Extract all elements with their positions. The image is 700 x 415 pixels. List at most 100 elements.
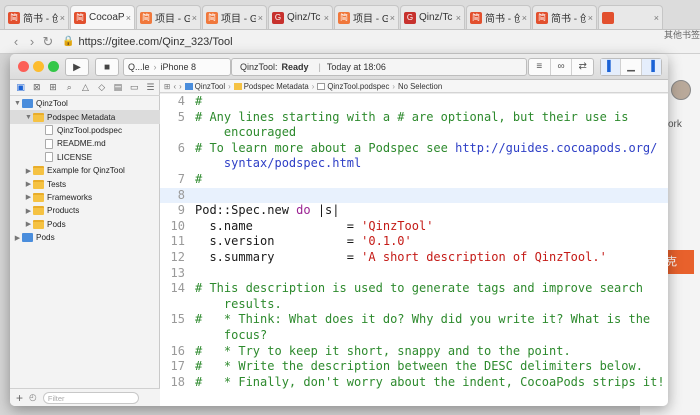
close-tab-icon[interactable]: × [192,13,197,23]
test-icon[interactable]: ◇ [95,82,108,93]
close-tab-icon[interactable]: × [588,13,593,23]
line-number: 17 [170,359,185,374]
navigator-item[interactable]: ▶ Pods [10,231,160,244]
reload-icon[interactable]: ↻ [40,34,56,50]
minimize-window-button[interactable] [33,61,44,72]
code-token: # * Try to keep it short, snappy and to … [195,343,571,358]
forward-icon[interactable]: › [179,82,182,91]
close-tab-icon[interactable]: × [522,13,527,23]
debug-toggle-icon[interactable]: ▁ [621,59,642,75]
code-token: # [195,171,203,186]
close-tab-icon[interactable]: × [654,13,659,23]
navigator-item[interactable]: ▶ Frameworks [10,191,160,204]
jump-bar-segment[interactable]: QinzTool [184,82,225,91]
debug-icon[interactable]: ▤ [111,82,124,93]
folder-icon [33,192,44,202]
source-control-icon[interactable]: ⊠ [30,82,43,93]
report-icon[interactable]: ☰ [144,82,157,93]
line-number: 10 [170,218,185,233]
code-line: 16 # * Try to keep it short, snappy and t… [160,344,668,360]
zoom-window-button[interactable] [48,61,59,72]
avatar[interactable] [671,80,691,100]
navigator-item[interactable]: ▶ Example for QinzTool [10,164,160,177]
favicon-icon: 简 [74,11,86,24]
browser-tab[interactable]: 简简书 - 创× [532,5,597,29]
navigator-item[interactable]: ▼ Podspec Metadata [10,110,160,124]
jump-bar-segment[interactable]: QinzTool.podspec [317,82,389,91]
close-tab-icon[interactable]: × [60,13,65,23]
close-tab-icon[interactable]: × [126,13,131,23]
line-number: 18 [170,374,185,389]
source-editor[interactable]: 4 #5 # Any lines starting with a # are opt… [160,94,668,406]
search-icon[interactable]: ⌕ [63,82,76,93]
breakpoint-icon[interactable]: ▭ [128,82,141,93]
navigator-item[interactable]: ▶ Tests [10,177,160,190]
disclosure-triangle-icon[interactable]: ▶ [24,167,33,175]
browser-tab[interactable]: 简项目 - G × [136,5,201,29]
jump-bar: ⊞ ‹ › QinzTool › Podspec Metadata › QinzTool… [160,80,668,93]
chevron-right-icon: › [311,81,315,91]
jump-bar-label: QinzTool.podspec [327,81,390,91]
browser-tab[interactable]: 简简书 - 创× [466,5,531,29]
back-icon[interactable]: ‹ [174,82,177,91]
close-tab-icon[interactable]: × [258,13,263,23]
disclosure-triangle-icon[interactable]: ▶ [24,193,33,201]
close-tab-icon[interactable]: × [456,13,461,23]
related-items-icon[interactable]: ⊞ [164,82,171,91]
forward-icon[interactable]: › [24,34,40,49]
symbol-icon[interactable]: ⊞ [46,82,59,93]
close-window-button[interactable] [18,61,29,72]
code-line: 15 # * Think: What does it do? Why did yo… [160,312,668,328]
navigator-item-label: Products [47,206,80,216]
jump-bar-segment[interactable]: No Selection [398,82,442,91]
line-number: 8 [177,187,185,202]
disclosure-triangle-icon[interactable]: ▶ [24,220,33,228]
run-button[interactable]: ▶ [65,58,89,76]
navigator-item[interactable]: ▼ QinzTool [10,97,160,110]
clone-button[interactable]: 克 [664,250,694,274]
scheme-selector[interactable]: Q...le › iPhone 8 [123,58,231,76]
warning-icon[interactable]: △ [79,82,92,93]
stop-button[interactable]: ■ [95,58,119,76]
jump-bar-segment[interactable]: Podspec Metadata [233,82,309,91]
code-line: 9 Pod::Spec.new do |s| [160,203,668,219]
navigator-item[interactable]: ▶ Products [10,204,160,217]
browser-tab[interactable]: G Qinz/Tc × [400,5,465,29]
screen: 简简书 - 创×简CocoaPo×简项目 - G×简项目 - G×GQinz/T… [0,0,700,415]
filter-field[interactable]: Filter [42,391,139,404]
assistant-editor-icon[interactable]: ∞ [551,59,573,75]
close-tab-icon[interactable]: × [390,13,395,23]
back-icon[interactable]: ‹ [8,34,24,49]
navigator-item[interactable]: README.md [10,137,160,150]
code-token: do [296,203,311,218]
browser-tab[interactable]: × [598,5,663,29]
disclosure-triangle-icon[interactable]: ▼ [13,100,22,107]
navigator-item-label: QinzTool [36,99,68,109]
activity-status: QinzTool: Ready | Today at 18:06 [231,58,527,76]
disclosure-triangle-icon[interactable]: ▼ [24,114,33,121]
navigator-item[interactable]: LICENSE [10,151,160,164]
add-icon[interactable]: + [16,391,23,405]
disclosure-triangle-icon[interactable]: ▶ [13,234,22,242]
line-number: 7 [177,171,185,186]
navigator-toggle-icon[interactable]: ▌ [601,59,622,75]
navigator-item[interactable]: QinzTool.podspec [10,124,160,137]
code-line: 0 syntax/podspec.html [160,156,668,172]
code-line: 5 # Any lines starting with a # are optio… [160,110,668,126]
browser-tab[interactable]: 简项目 - G × [334,5,399,29]
browser-tab[interactable]: 简项目 - G × [202,5,267,29]
standard-editor-icon[interactable]: ≡ [529,59,551,75]
browser-tab[interactable]: G Qinz/Tc × [268,5,333,29]
navigator-item[interactable]: ▶ Pods [10,218,160,231]
utilities-toggle-icon[interactable]: ▐ [641,59,661,75]
disclosure-triangle-icon[interactable]: ▶ [24,207,33,215]
folder-icon[interactable]: ▣ [14,82,27,93]
address-bar[interactable]: 🔒 https://gitee.com/Qinz_323/Tool [62,36,233,48]
version-editor-icon[interactable]: ⇄ [572,59,593,75]
recent-files-icon[interactable]: ◴ [29,392,37,403]
browser-tab[interactable]: 简CocoaPo× [70,5,135,29]
close-tab-icon[interactable]: × [324,13,329,23]
browser-tab[interactable]: 简简书 - 创× [4,5,69,29]
disclosure-triangle-icon[interactable]: ▶ [24,180,33,188]
chevron-right-icon: › [392,81,395,91]
